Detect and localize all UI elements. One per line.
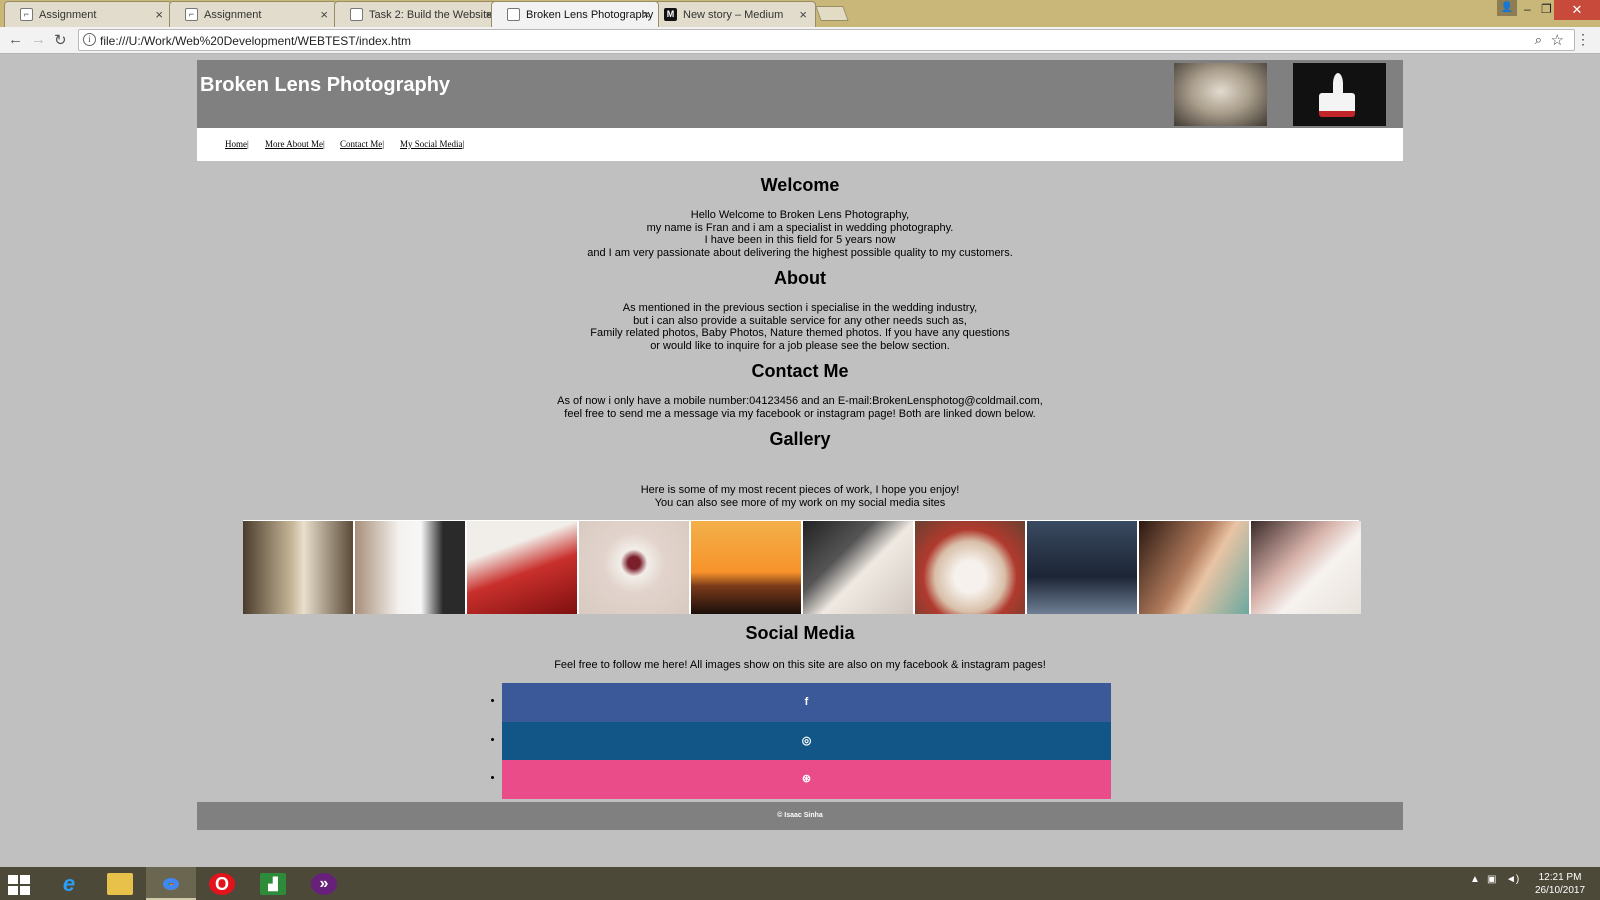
header-photo-cake [1293, 63, 1386, 126]
site-header: Broken Lens Photography [197, 60, 1403, 128]
tab-title: Broken Lens Photography [526, 9, 654, 21]
back-icon[interactable]: ← [8, 31, 23, 48]
bookmark-star-icon[interactable]: ☆ [1551, 31, 1564, 49]
internet-explorer-icon[interactable]: e [44, 867, 94, 900]
site-footer: © Isaac Sinha [197, 802, 1403, 830]
social-heading: Social Media [745, 623, 855, 643]
contact-text: As of now i only have a mobile number:04… [557, 395, 1043, 420]
dribbble-link[interactable]: ⊛ [491, 760, 1111, 799]
close-tab-icon[interactable]: × [320, 7, 328, 22]
tab-title: New story – Medium [683, 9, 784, 21]
system-clock[interactable]: 12:21 PM 26/10/2017 [1535, 871, 1585, 897]
volume-icon[interactable]: ◄) [1506, 874, 1519, 885]
welcome-heading: Welcome [760, 175, 840, 195]
tray-chevron-icon[interactable]: ▲ [1470, 874, 1480, 885]
clock-date: 26/10/2017 [1535, 885, 1586, 896]
visual-studio-icon[interactable]: » [299, 867, 349, 900]
tab-title: Task 2: Build the Website [369, 9, 493, 21]
gallery-thumb-bouquet-dress[interactable] [1251, 521, 1361, 614]
gallery-thumb-family-kiss[interactable] [1139, 521, 1249, 614]
social-links: f ◎ ⊛ [491, 683, 1111, 799]
tab-strip: ⌐ Assignment × ⌐ Assignment × Task 2: Bu… [0, 0, 1600, 27]
reload-icon[interactable]: ↻ [54, 31, 67, 49]
contact-heading: Contact Me [751, 361, 849, 381]
clock-time: 12:21 PM [1538, 872, 1582, 883]
doc-icon: ⌐ [185, 8, 198, 21]
gallery-thumb-ring-hands[interactable] [803, 521, 913, 614]
nav-item-more-about-me[interactable]: More About Me| [265, 139, 325, 149]
close-window-icon[interactable]: ✕ [1554, 0, 1600, 20]
tab-title: Assignment [39, 9, 97, 21]
restore-icon[interactable]: ❐ [1541, 2, 1552, 16]
instagram-icon: ◎ [801, 734, 812, 747]
nav-item-contact-me[interactable]: Contact Me| [340, 139, 384, 149]
tab-task2[interactable]: Task 2: Build the Website × [334, 1, 502, 27]
page-icon [350, 8, 363, 21]
minimize-icon[interactable]: – [1524, 2, 1531, 16]
gallery-thumb-cake-topper[interactable] [915, 521, 1025, 614]
site-nav: Home| More About Me| Contact Me| My Soci… [197, 128, 1403, 161]
browser-toolbar: ← → ↻ i file:///U:/Work/Web%20Developmen… [0, 27, 1600, 54]
site-title: Broken Lens Photography [200, 74, 451, 96]
gallery-thumb-bouquet-brick[interactable] [579, 521, 689, 614]
menu-icon[interactable]: ⋮ [1576, 31, 1590, 48]
header-photo-bride [1174, 63, 1267, 126]
page-icon [507, 8, 520, 21]
about-heading: About [774, 268, 826, 288]
cake-shape [1319, 93, 1355, 117]
list-bullet [491, 776, 494, 779]
address-bar[interactable]: i file:///U:/Work/Web%20Development/WEBT… [78, 29, 1575, 51]
welcome-text: Hello Welcome to Broken Lens Photography… [587, 209, 1013, 259]
medium-icon: M [664, 8, 677, 21]
opera-icon[interactable]: O [197, 867, 247, 900]
gallery-thumb-bride-sepia[interactable] [243, 521, 353, 614]
gallery-text: Here is some of my most recent pieces of… [640, 484, 960, 509]
gallery-thumb-bride-bouquet[interactable] [355, 521, 465, 614]
facebook-icon: f [804, 696, 809, 708]
nav-item-social-media[interactable]: My Social Media| [400, 139, 464, 149]
new-tab-button[interactable] [815, 6, 849, 21]
social-text: Feel free to follow me here! All images … [554, 659, 1046, 671]
tab-assignment-1[interactable]: ⌐ Assignment × [4, 1, 172, 27]
windows-taskbar: e O ▟ » ▲ ▣ ◄) 12:21 PM 26/10/2017 [0, 867, 1600, 900]
file-explorer-icon[interactable] [95, 867, 145, 900]
facebook-link[interactable]: f [491, 683, 1111, 722]
close-tab-icon[interactable]: × [642, 7, 650, 22]
forward-icon[interactable]: → [31, 31, 46, 48]
doc-icon: ⌐ [20, 8, 33, 21]
gallery-thumb-sunset-kiss[interactable] [691, 521, 801, 614]
tab-broken-lens[interactable]: Broken Lens Photography × [491, 1, 659, 27]
list-bullet [491, 737, 494, 741]
list-bullet [491, 699, 494, 702]
nav-item-home[interactable]: Home| [225, 139, 249, 149]
windows-start-icon[interactable] [8, 875, 32, 897]
tab-title: Assignment [204, 9, 262, 21]
network-icon[interactable]: ▣ [1487, 874, 1496, 885]
gallery-thumb-hands-roses[interactable] [467, 521, 577, 614]
gallery-heading: Gallery [769, 429, 831, 449]
gallery-thumb-groomsmen-shoes[interactable] [1027, 521, 1137, 614]
tab-assignment-2[interactable]: ⌐ Assignment × [169, 1, 337, 27]
chrome-icon[interactable] [146, 867, 196, 900]
zoom-icon[interactable]: ⌕ [1535, 32, 1542, 48]
instagram-link[interactable]: ◎ [491, 721, 1111, 760]
url-text[interactable]: file:///U:/Work/Web%20Development/WEBTES… [100, 34, 411, 48]
close-tab-icon[interactable]: × [155, 7, 163, 22]
dribbble-icon: ⊛ [801, 773, 812, 785]
close-tab-icon[interactable]: × [799, 7, 807, 22]
profile-icon[interactable]: 👤 [1497, 0, 1517, 16]
about-text: As mentioned in the previous section i s… [590, 302, 1010, 352]
info-icon[interactable]: i [83, 33, 96, 46]
gallery-strip [243, 520, 1361, 614]
project-icon[interactable]: ▟ [248, 867, 298, 900]
tab-medium[interactable]: M New story – Medium × [648, 1, 816, 27]
cake-topper-shape [1333, 73, 1343, 95]
